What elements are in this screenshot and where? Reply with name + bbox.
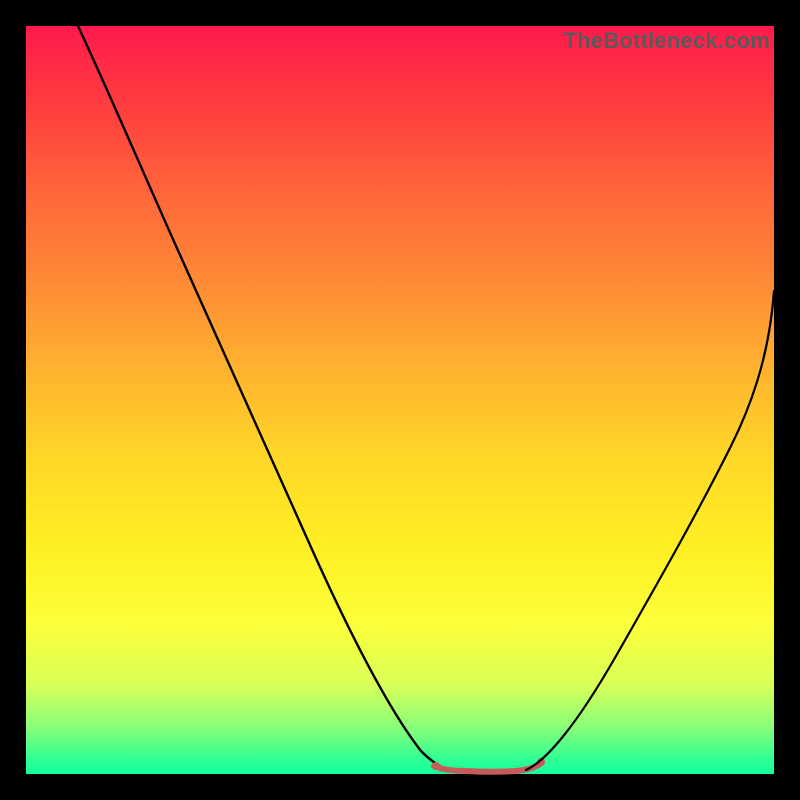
valley-dot-left: [432, 762, 440, 770]
chart-svg: [26, 26, 774, 774]
curve-left: [78, 26, 454, 771]
watermark-text: TheBottleneck.com: [564, 28, 770, 54]
curve-valley: [434, 764, 540, 772]
curve-right: [526, 291, 774, 770]
